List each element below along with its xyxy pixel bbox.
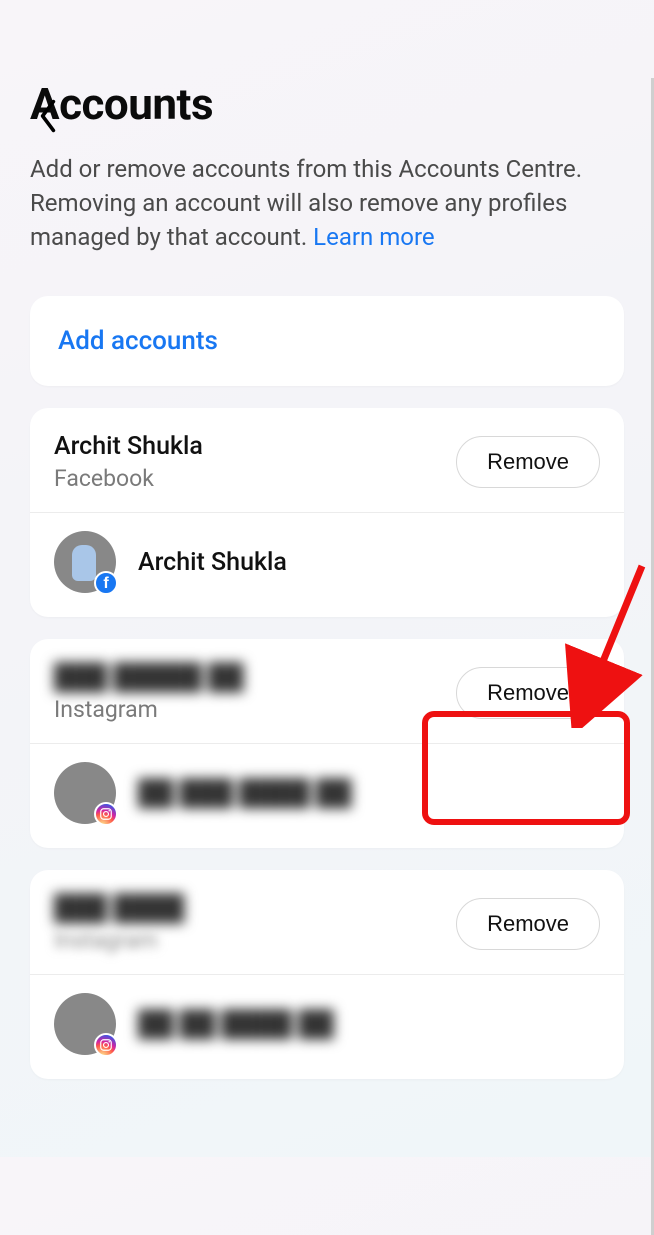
avatar [54, 762, 116, 824]
profile-row[interactable]: ██ ███ ████ ██ [30, 744, 624, 848]
account-card: ███ █████ ██ Instagram Remove ██ ███ ███… [30, 639, 624, 848]
account-platform: Facebook [54, 465, 203, 492]
page-title: Accounts [30, 78, 654, 130]
account-header: ███ █████ ██ Instagram Remove [30, 639, 624, 743]
facebook-badge-icon [94, 571, 118, 595]
account-header: Archit Shukla Facebook Remove [30, 408, 624, 512]
profile-name: Archit Shukla [138, 548, 287, 577]
avatar [54, 993, 116, 1055]
page-description: Add or remove accounts from this Account… [30, 152, 624, 254]
description-text: Add or remove accounts from this Account… [30, 155, 582, 251]
account-platform: Instagram [54, 696, 244, 723]
profile-row[interactable]: ██ ██ ████ ██ [30, 975, 624, 1079]
account-name: ███ ████ [54, 894, 184, 923]
avatar [54, 531, 116, 593]
chevron-left-icon [37, 98, 59, 134]
account-info: ███ ████ Instagram [54, 894, 184, 954]
remove-button[interactable]: Remove [456, 898, 600, 950]
back-button[interactable] [28, 96, 68, 136]
account-header: ███ ████ Instagram Remove [30, 870, 624, 974]
account-name: Archit Shukla [54, 432, 203, 461]
profile-name: ██ ██ ████ ██ [138, 1010, 334, 1039]
add-accounts-button[interactable]: Add accounts [30, 296, 624, 386]
remove-button[interactable]: Remove [456, 667, 600, 719]
account-info: Archit Shukla Facebook [54, 432, 203, 492]
learn-more-link[interactable]: Learn more [313, 223, 434, 251]
instagram-badge-icon [94, 1033, 118, 1057]
account-card: Archit Shukla Facebook Remove Archit Shu… [30, 408, 624, 617]
add-accounts-card: Add accounts [30, 296, 624, 386]
instagram-badge-icon [94, 802, 118, 826]
profile-name: ██ ███ ████ ██ [138, 779, 351, 808]
remove-button[interactable]: Remove [456, 436, 600, 488]
account-platform: Instagram [54, 927, 184, 954]
account-info: ███ █████ ██ Instagram [54, 663, 244, 723]
profile-row[interactable]: Archit Shukla [30, 513, 624, 617]
account-name: ███ █████ ██ [54, 663, 244, 692]
account-card: ███ ████ Instagram Remove ██ ██ ████ ██ [30, 870, 624, 1079]
